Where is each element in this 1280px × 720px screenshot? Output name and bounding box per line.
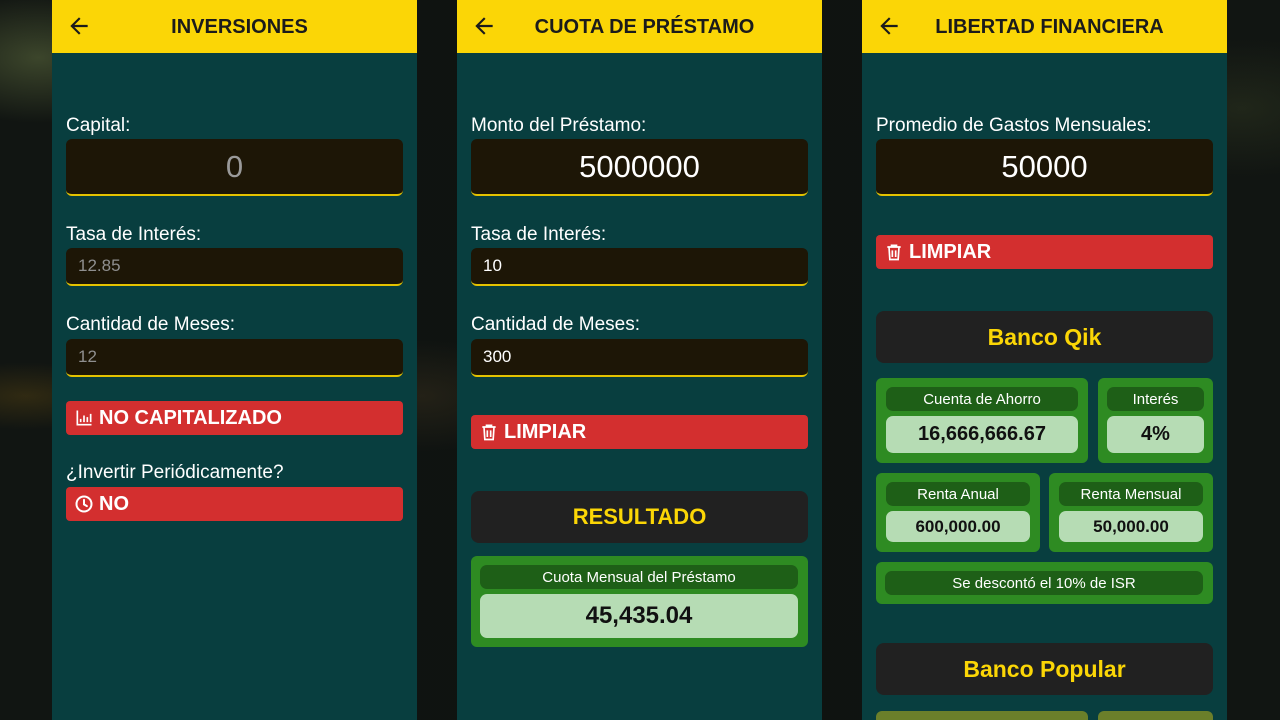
panel-cuota-prestamo: CUOTA DE PRÉSTAMO Monto del Préstamo: 50… — [457, 0, 822, 720]
bar-chart-icon — [76, 410, 92, 426]
renta-anual-box: Renta Anual 600,000.00 — [876, 473, 1040, 552]
panel-inversiones: INVERSIONES Capital: 0 Tasa de Interés: … — [52, 0, 417, 720]
renta-mensual-label: Renta Mensual — [1059, 482, 1203, 506]
bank-heading-qik: Banco Qik — [876, 311, 1213, 363]
tasa-input[interactable]: 12.85 — [66, 248, 403, 286]
popular-interes-box-partial — [1098, 711, 1213, 720]
cuota-label: Cuota Mensual del Préstamo — [480, 565, 798, 589]
interes-box: Interés 4% — [1098, 378, 1213, 463]
tasa-label: Tasa de Interés: — [66, 224, 202, 245]
renta-anual-value: 600,000.00 — [886, 511, 1030, 542]
periodico-label: ¿Invertir Periódicamente? — [66, 462, 284, 483]
clock-icon — [75, 495, 93, 513]
gastos-input[interactable]: 50000 — [876, 139, 1213, 196]
app-bar: LIBERTAD FINANCIERA — [862, 0, 1227, 53]
monto-label: Monto del Préstamo: — [471, 115, 647, 136]
cuenta-ahorro-label: Cuenta de Ahorro — [886, 387, 1078, 411]
cuenta-ahorro-value: 16,666,666.67 — [886, 416, 1078, 453]
app-bar: CUOTA DE PRÉSTAMO — [457, 0, 822, 53]
cuota-result-box: Cuota Mensual del Préstamo 45,435.04 — [471, 556, 808, 647]
tasa-input[interactable]: 10 — [471, 248, 808, 286]
isr-note-box: Se descontó el 10% de ISR — [876, 562, 1213, 604]
capital-label: Capital: — [66, 115, 131, 136]
cuota-value: 45,435.04 — [480, 594, 798, 638]
meses-input[interactable]: 300 — [471, 339, 808, 377]
meses-label: Cantidad de Meses: — [471, 314, 640, 335]
meses-label: Cantidad de Meses: — [66, 314, 235, 335]
periodico-button[interactable]: NO — [66, 487, 403, 521]
app-bar: INVERSIONES — [52, 0, 417, 53]
trash-icon — [887, 244, 901, 261]
resultado-heading: RESULTADO — [471, 491, 808, 543]
interes-label: Interés — [1107, 387, 1204, 411]
monto-input[interactable]: 5000000 — [471, 139, 808, 196]
renta-mensual-value: 50,000.00 — [1059, 511, 1203, 542]
limpiar-label: LIMPIAR — [909, 240, 992, 263]
no-capitalizado-button[interactable]: NO CAPITALIZADO — [66, 401, 403, 435]
limpiar-label: LIMPIAR — [504, 420, 587, 443]
limpiar-button[interactable]: LIMPIAR — [471, 415, 808, 449]
capital-input[interactable]: 0 — [66, 139, 403, 196]
cuenta-ahorro-box: Cuenta de Ahorro 16,666,666.67 — [876, 378, 1088, 463]
trash-icon — [482, 424, 496, 441]
bank-heading-popular: Banco Popular — [876, 643, 1213, 695]
no-capitalizado-label: NO CAPITALIZADO — [99, 406, 282, 429]
tasa-label: Tasa de Interés: — [471, 224, 607, 245]
panel-libertad-financiera: LIBERTAD FINANCIERA Promedio de Gastos M… — [862, 0, 1227, 720]
renta-anual-label: Renta Anual — [886, 482, 1030, 506]
interes-value: 4% — [1107, 416, 1204, 453]
page-title: CUOTA DE PRÉSTAMO — [534, 16, 755, 38]
isr-note: Se descontó el 10% de ISR — [885, 571, 1203, 595]
periodico-value: NO — [99, 492, 129, 515]
page-title: LIBERTAD FINANCIERA — [935, 16, 1164, 38]
gastos-label: Promedio de Gastos Mensuales: — [876, 115, 1152, 136]
meses-input[interactable]: 12 — [66, 339, 403, 377]
limpiar-button[interactable]: LIMPIAR — [876, 235, 1213, 269]
page-title: INVERSIONES — [171, 16, 308, 38]
renta-mensual-box: Renta Mensual 50,000.00 — [1049, 473, 1213, 552]
popular-ahorro-box-partial — [876, 711, 1088, 720]
